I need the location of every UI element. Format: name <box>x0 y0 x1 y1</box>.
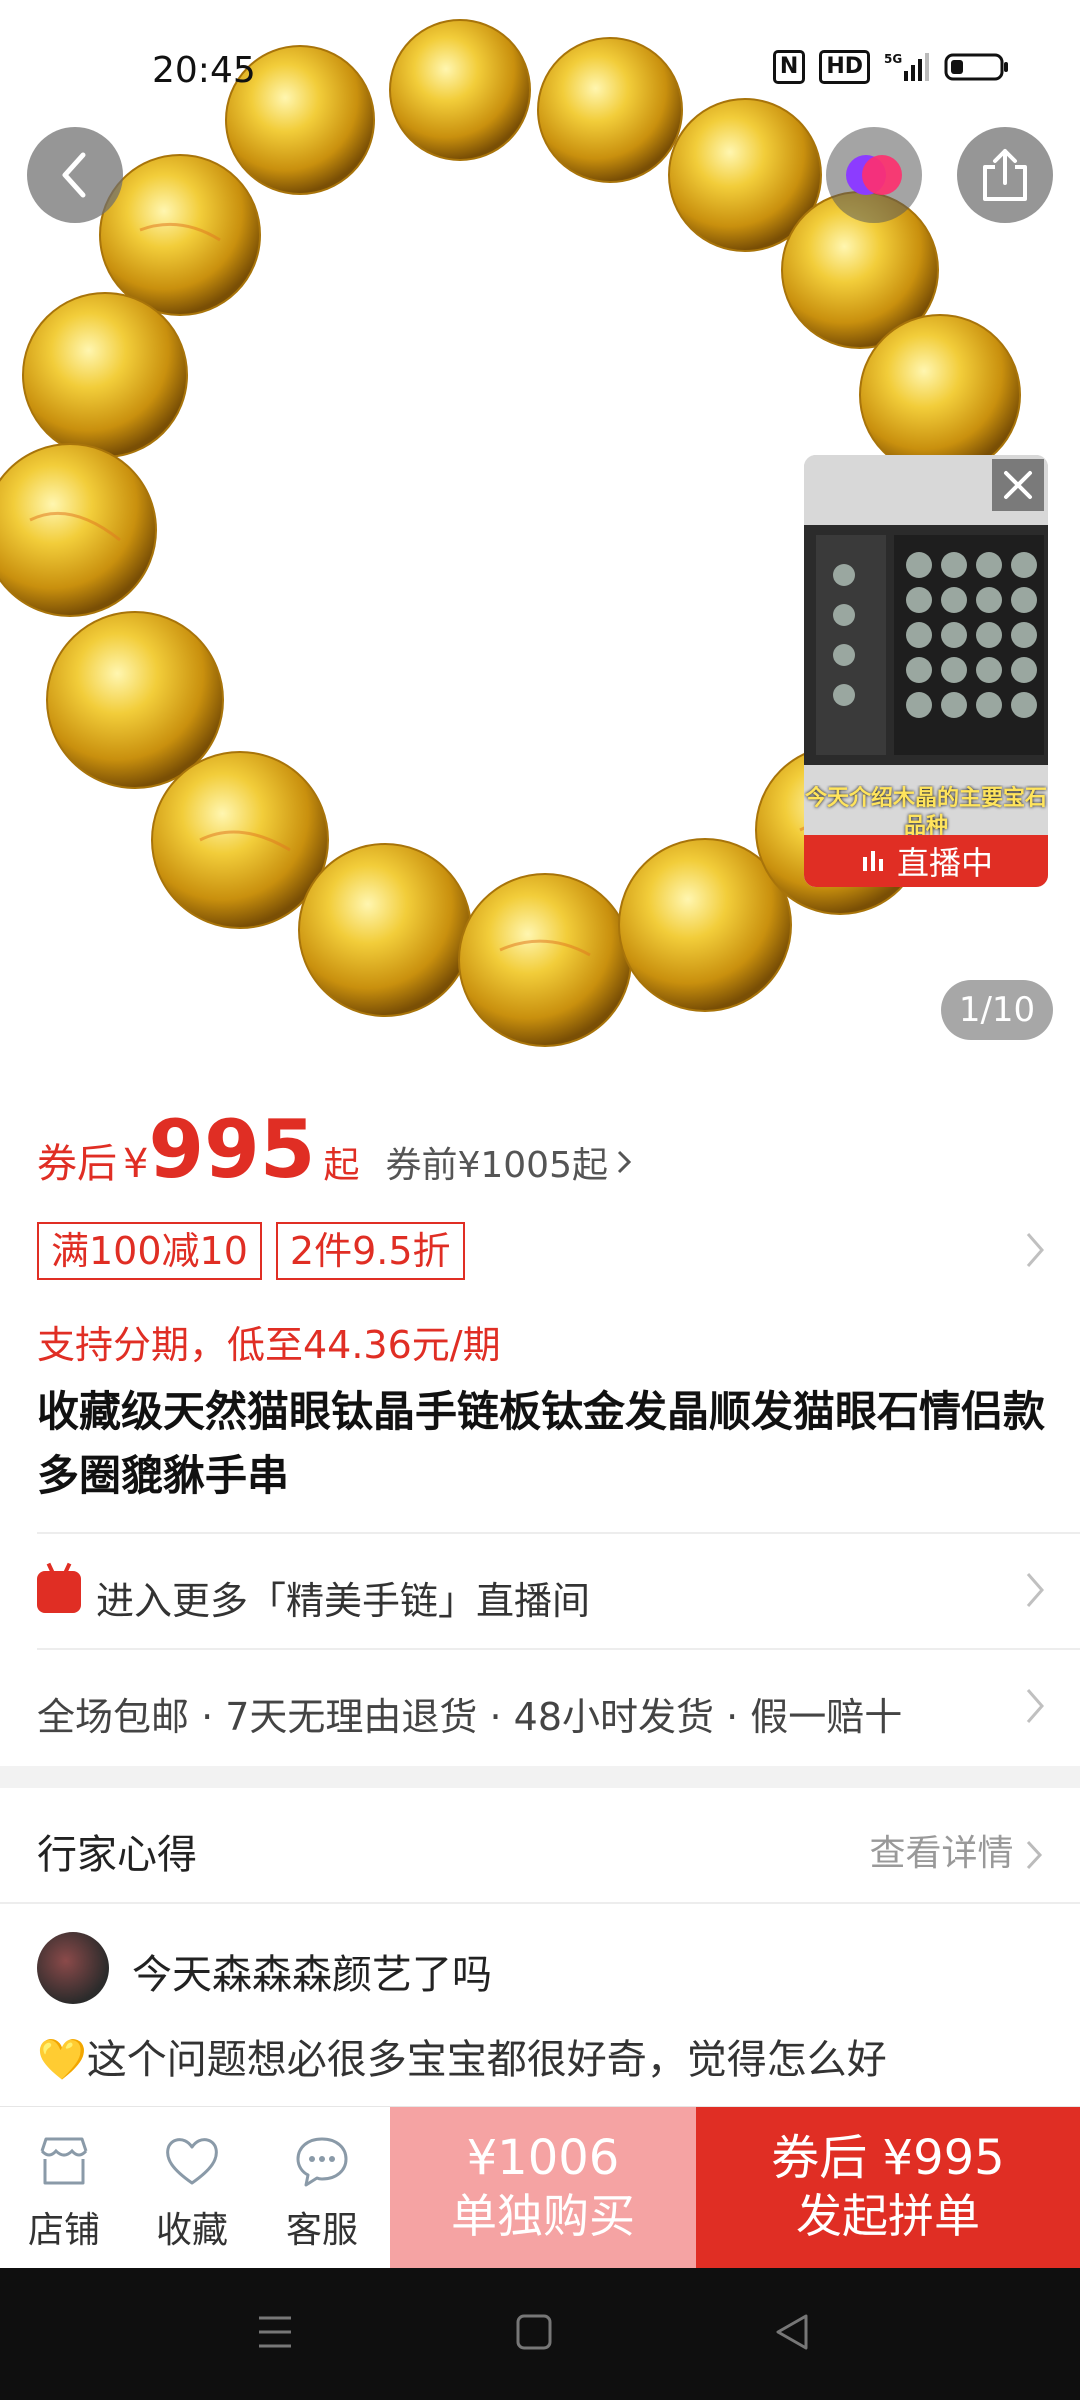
back-button[interactable] <box>27 127 123 223</box>
installment-info: 支持分期，低至44.36元/期 <box>37 1323 501 1367</box>
avatar <box>37 1932 109 2004</box>
status-icons: N HD 5G <box>772 50 1010 84</box>
price-qi: 起 <box>323 1145 360 1186</box>
product-image-carousel[interactable]: 20:45 N HD 5G 今天介绍木晶的主要宝石品种 直播中 1/10 <box>0 0 1080 1072</box>
buy-alone-button[interactable]: ¥1006 单独购买 <box>390 2107 696 2269</box>
expert-author-row[interactable]: 今天森森森颜艺了吗 <box>0 1904 1080 2024</box>
share-button[interactable] <box>957 127 1053 223</box>
coupon-label: 券后 <box>37 1141 117 1187</box>
tv-live-icon <box>37 1571 81 1613</box>
live-wave-icon <box>862 851 883 871</box>
favorite-label: 收藏 <box>155 2210 228 2251</box>
chevron-right-icon <box>1026 1840 1043 1870</box>
live-room-entry-label: 进入更多「精美手链」直播间 <box>96 1579 591 1623</box>
service-guarantees-row[interactable]: 全场包邮 · 7天无理由退货 · 48小时发货 · 假一赔十 <box>0 1650 1080 1766</box>
status-bar: 20:45 N HD 5G <box>0 36 1080 106</box>
chevron-right-icon <box>1026 1573 1044 1607</box>
system-navigation-bar <box>0 2268 1080 2400</box>
view-details-label: 查看详情 <box>869 1833 1014 1874</box>
live-badge-label: 直播中 <box>896 844 993 882</box>
product-title: 收藏级天然猫眼钛晶手链板钛金发晶顺发猫眼石情侣款多圈貔貅手串 <box>37 1387 1046 1500</box>
group-buy-button[interactable]: 券后 ¥995 发起拼单 <box>696 2107 1080 2269</box>
chevron-right-icon <box>617 1150 632 1174</box>
solo-price: ¥1006 <box>466 2130 620 2186</box>
view-details-link[interactable]: 查看详情 <box>870 1824 1043 1876</box>
live-stream-preview[interactable]: 今天介绍木晶的主要宝石品种 直播中 <box>804 455 1048 887</box>
expert-section-title: 行家心得 <box>37 1832 197 1878</box>
back-triangle-icon[interactable] <box>772 2310 812 2354</box>
shop-button[interactable]: 店铺 <box>4 2133 124 2253</box>
promo-tag: 2件9.5折 <box>275 1222 465 1280</box>
promo-tags[interactable]: 满100减10 2件9.5折 <box>37 1222 465 1280</box>
shop-icon <box>40 2137 88 2185</box>
image-pager: 1/10 <box>941 980 1053 1040</box>
close-icon <box>1004 471 1032 499</box>
network-label: 5G <box>884 52 902 66</box>
expert-excerpt[interactable]: 💛这个问题想必很多宝宝都很好奇，觉得怎么好 <box>37 2024 1047 2104</box>
group-price: 券后 ¥995 <box>771 2130 1005 2186</box>
service-guarantees: 全场包邮 · 7天无理由退货 · 48小时发货 · 假一赔十 <box>37 1695 903 1739</box>
before-coupon-price[interactable]: 券前¥1005起 <box>385 1136 608 1188</box>
solo-label: 单独购买 <box>451 2189 635 2243</box>
signal-5g-icon: 5G <box>884 52 929 81</box>
menu-icon[interactable] <box>255 2310 295 2354</box>
bottom-action-bar: 店铺 收藏 客服 ¥1006 单独购买 券后 ¥995 发起拼单 <box>0 2106 1080 2269</box>
expert-section-header: 行家心得 查看详情 <box>0 1788 1080 1902</box>
price-row: 券后 ¥ 995 起 券前¥1005起 <box>37 1110 634 1190</box>
promo-tag: 满100减10 <box>37 1222 262 1280</box>
live-entry-button[interactable] <box>826 127 922 223</box>
live-orb-icon <box>846 155 902 195</box>
share-icon <box>983 149 1027 201</box>
battery-icon <box>944 53 1008 81</box>
live-caption: 今天介绍木晶的主要宝石品种 <box>804 786 1047 835</box>
chat-bubble-icon <box>296 2137 348 2187</box>
status-time: 20:45 <box>152 50 256 91</box>
hd-icon: HD <box>819 50 870 84</box>
currency-symbol: ¥ <box>123 1141 149 1187</box>
coupon-price: 995 <box>148 1103 316 1196</box>
customer-service-button[interactable]: 客服 <box>262 2133 382 2253</box>
shop-label: 店铺 <box>27 2210 100 2251</box>
customer-service-label: 客服 <box>285 2210 358 2251</box>
home-icon[interactable] <box>514 2312 554 2352</box>
chevron-right-icon[interactable] <box>1024 1230 1046 1270</box>
heart-icon <box>166 2138 218 2185</box>
author-name: 今天森森森颜艺了吗 <box>132 1952 492 1998</box>
section-gap <box>0 1766 1080 1788</box>
chevron-right-icon <box>1026 1689 1044 1723</box>
nfc-icon: N <box>772 50 806 84</box>
close-live-preview-button[interactable] <box>992 459 1044 511</box>
favorite-button[interactable]: 收藏 <box>132 2133 252 2253</box>
chevron-left-icon <box>62 152 86 198</box>
live-badge: 直播中 <box>804 835 1048 887</box>
live-room-entry-row[interactable]: 进入更多「精美手链」直播间 <box>0 1534 1080 1650</box>
group-label: 发起拼单 <box>796 2189 980 2243</box>
